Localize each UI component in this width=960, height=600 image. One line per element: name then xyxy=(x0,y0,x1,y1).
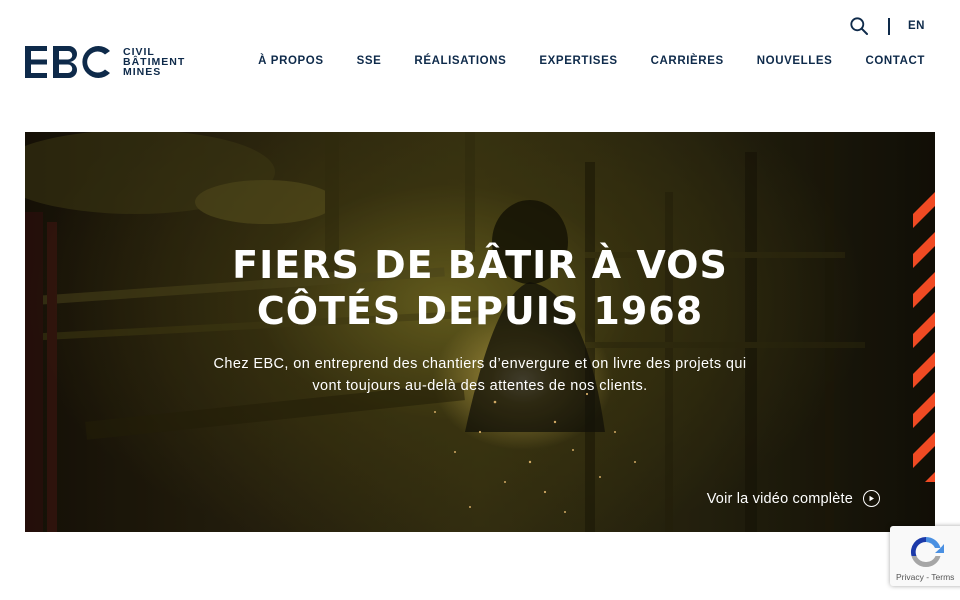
recaptcha-icon xyxy=(907,533,945,576)
watch-full-video-label: Voir la vidéo complète xyxy=(706,490,853,507)
recaptcha-privacy-terms[interactable]: Privacy - Terms xyxy=(896,572,954,582)
ebc-logo-mark xyxy=(25,46,111,78)
recaptcha-badge[interactable]: Privacy - Terms xyxy=(890,526,960,586)
nav-item-carrieres[interactable]: CARRIÈRES xyxy=(651,55,724,67)
logo-words: CIVIL BÂTIMENT MINES xyxy=(123,47,185,78)
nav-item-sse[interactable]: SSE xyxy=(357,55,382,67)
hero-title: FIERS DE BÂTIR À VOS CÔTÉS DEPUIS 1968 xyxy=(25,242,935,334)
hero-subtitle-line-1: Chez EBC, on entreprend des chantiers d’… xyxy=(213,356,747,372)
watch-full-video-link[interactable]: Voir la vidéo complète xyxy=(707,490,880,507)
logo-word-mines: MINES xyxy=(123,66,162,78)
hero-subtitle: Chez EBC, on entreprend des chantiers d’… xyxy=(25,353,935,397)
utility-divider xyxy=(888,17,891,35)
hero-subtitle-line-2: vont toujours au-delà des attentes de no… xyxy=(312,378,648,394)
hazard-stripe-accent xyxy=(913,192,935,482)
hero-title-line-2: CÔTÉS DEPUIS 1968 xyxy=(256,289,704,333)
logo-home-link[interactable]: CIVIL BÂTIMENT MINES xyxy=(25,46,185,78)
search-icon[interactable] xyxy=(848,15,870,37)
language-switch-link[interactable]: EN xyxy=(908,20,925,32)
utility-bar: EN xyxy=(848,14,925,38)
hero-banner: FIERS DE BÂTIR À VOS CÔTÉS DEPUIS 1968 C… xyxy=(25,132,935,532)
hero-content: FIERS DE BÂTIR À VOS CÔTÉS DEPUIS 1968 C… xyxy=(25,242,935,397)
nav-item-expertises[interactable]: EXPERTISES xyxy=(539,55,617,67)
nav-item-a-propos[interactable]: À PROPOS xyxy=(258,55,324,67)
nav-item-nouvelles[interactable]: NOUVELLES xyxy=(757,55,833,67)
main-navigation: À PROPOS SSE RÉALISATIONS EXPERTISES CAR… xyxy=(225,55,925,67)
nav-item-contact[interactable]: CONTACT xyxy=(865,55,925,67)
hero-title-line-1: FIERS DE BÂTIR À VOS xyxy=(232,243,728,287)
nav-item-realisations[interactable]: RÉALISATIONS xyxy=(414,55,506,67)
play-circle-icon xyxy=(863,490,880,507)
